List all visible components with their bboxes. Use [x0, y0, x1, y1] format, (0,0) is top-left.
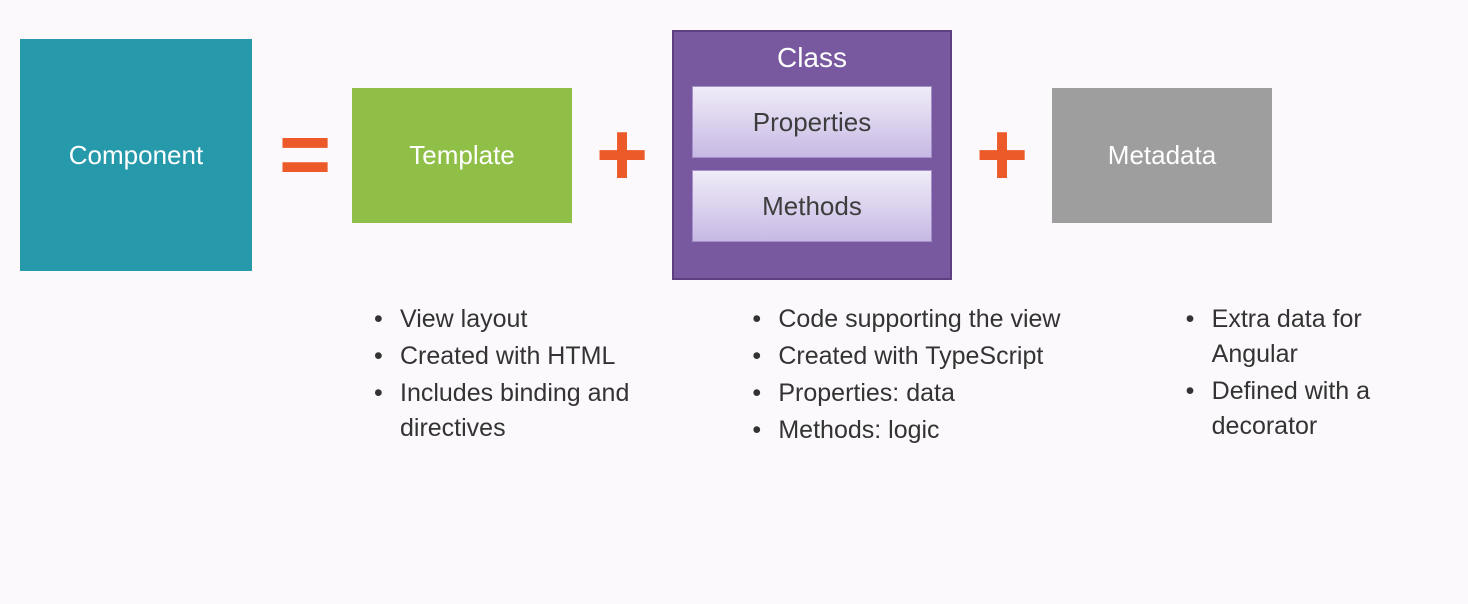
list-item: Methods: logic: [736, 413, 1069, 448]
metadata-label: Metadata: [1108, 140, 1216, 171]
list-item: Includes binding and directives: [358, 376, 636, 446]
properties-box: Properties: [692, 86, 932, 158]
list-item: Code supporting the view: [736, 302, 1069, 337]
list-item: View layout: [358, 302, 636, 337]
equation-row: Component = Template + Class Properties …: [20, 30, 1448, 280]
template-box: Template: [352, 88, 572, 223]
metadata-bullets: Extra data for Angular Defined with a de…: [1170, 302, 1448, 446]
bullets-row: View layout Created with HTML Includes b…: [20, 302, 1448, 450]
template-label: Template: [409, 140, 515, 171]
equals-sign: =: [266, 110, 338, 200]
list-item: Properties: data: [736, 376, 1069, 411]
list-item: Defined with a decorator: [1170, 374, 1448, 444]
class-box: Class Properties Methods: [672, 30, 952, 280]
methods-label: Methods: [762, 191, 862, 222]
class-title: Class: [777, 42, 847, 74]
component-box: Component: [20, 39, 252, 271]
methods-box: Methods: [692, 170, 932, 242]
template-bullets: View layout Created with HTML Includes b…: [358, 302, 636, 448]
list-item: Created with HTML: [358, 339, 636, 374]
plus-sign-2: +: [966, 119, 1038, 191]
plus-sign-1: +: [586, 119, 658, 191]
component-label: Component: [69, 140, 203, 171]
list-item: Created with TypeScript: [736, 339, 1069, 374]
class-bullets: Code supporting the view Created with Ty…: [736, 302, 1069, 450]
metadata-box: Metadata: [1052, 88, 1272, 223]
list-item: Extra data for Angular: [1170, 302, 1448, 372]
properties-label: Properties: [753, 107, 872, 138]
